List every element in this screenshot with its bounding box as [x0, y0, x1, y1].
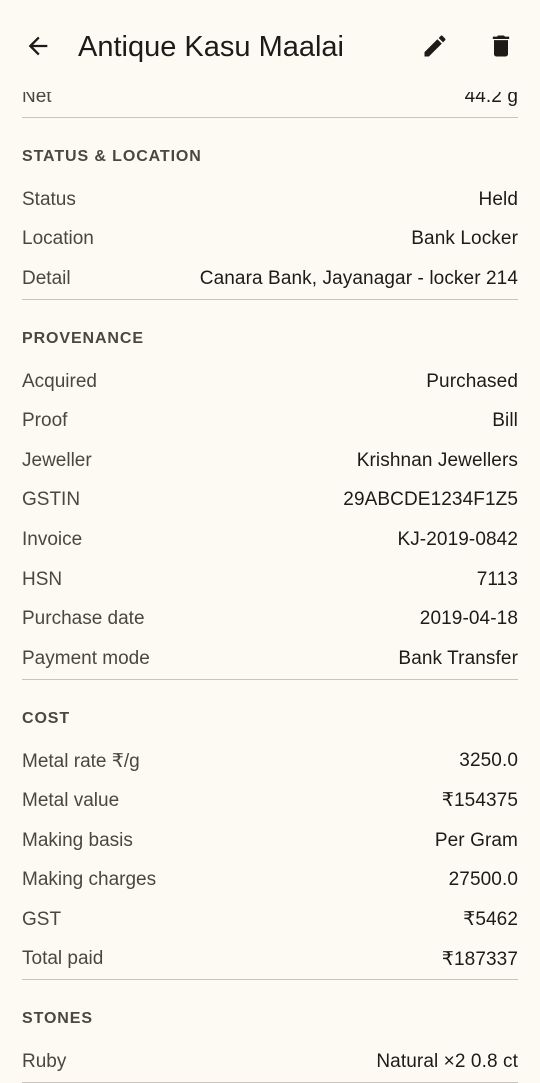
row-value: Canara Bank, Jayanagar - locker 214 [199, 267, 518, 289]
detail-row-making-charges: Making charges 27500.0 [22, 860, 518, 900]
detail-row-making-basis: Making basis Per Gram [22, 821, 518, 861]
row-value: Natural ×2 0.8 ct [376, 1050, 518, 1072]
row-value: Bank Transfer [398, 647, 518, 669]
row-value: Bill [492, 410, 518, 432]
detail-row-total-paid: Total paid ₹187337 [22, 940, 518, 980]
detail-row-purchase-date: Purchase date 2019-04-18 [22, 599, 518, 639]
section-header-status-location: STATUS & LOCATION [22, 118, 518, 180]
row-value: 29ABCDE1234F1Z5 [343, 489, 518, 511]
row-value: ₹187337 [441, 948, 518, 970]
section-title: PROVENANCE [22, 329, 144, 347]
row-label: Invoice [22, 528, 83, 550]
back-button[interactable] [18, 26, 58, 66]
page-title: Antique Kasu Maalai [78, 31, 344, 63]
detail-row-metal-value: Metal value ₹154375 [22, 781, 518, 821]
detail-row-jeweller: Jeweller Krishnan Jewellers [22, 441, 518, 481]
row-value: ₹5462 [463, 909, 518, 931]
row-label: Location [22, 228, 94, 250]
detail-row-metal-rate: Metal rate ₹/g 3250.0 [22, 742, 518, 782]
row-label: Status [22, 188, 76, 210]
top-app-bar: Antique Kasu Maalai [0, 0, 540, 92]
row-label: Metal rate ₹/g [22, 750, 140, 772]
row-label: Ruby [22, 1050, 67, 1072]
row-label: Total paid [22, 948, 104, 970]
row-value: Held [478, 188, 518, 210]
row-label: Detail [22, 267, 71, 289]
section-title: STONES [22, 1010, 93, 1028]
section-header-provenance: PROVENANCE [22, 300, 518, 362]
row-label: GSTIN [22, 489, 81, 511]
detail-row-gstin: GSTIN 29ABCDE1234F1Z5 [22, 481, 518, 521]
row-label: Purchase date [22, 608, 145, 630]
edit-button[interactable] [415, 26, 455, 66]
row-value: Bank Locker [411, 228, 518, 250]
row-label: GST [22, 908, 62, 930]
row-value: KJ-2019-0842 [397, 528, 518, 550]
row-label: Making charges [22, 869, 157, 891]
row-label: Jeweller [22, 449, 92, 471]
row-value: ₹154375 [441, 790, 518, 812]
detail-row-payment-mode: Payment mode Bank Transfer [22, 639, 518, 679]
row-label: Payment mode [22, 647, 150, 669]
section-title: COST [22, 709, 71, 727]
row-value: 3250.0 [459, 750, 518, 772]
detail-row-hsn: HSN 7113 [22, 560, 518, 600]
detail-row-ruby: Ruby Natural ×2 0.8 ct [22, 1042, 518, 1082]
trash-icon [492, 35, 510, 57]
section-header-cost: COST [22, 680, 518, 742]
detail-row-gst: GST ₹5462 [22, 900, 518, 940]
section-title: STATUS & LOCATION [22, 148, 202, 165]
detail-row-status: Status Held [22, 180, 518, 220]
detail-row-invoice: Invoice KJ-2019-0842 [22, 520, 518, 560]
row-value: 2019-04-18 [419, 608, 518, 630]
row-label: Acquired [22, 370, 97, 392]
detail-row-proof: Proof Bill [22, 401, 518, 441]
row-label: HSN [22, 568, 63, 590]
arrow-back-icon [28, 36, 48, 56]
row-value: Purchased [426, 370, 518, 392]
detail-row-detail: Detail Canara Bank, Jayanagar - locker 2… [22, 259, 518, 299]
delete-button[interactable] [481, 26, 521, 66]
section-header-stones: STONES [22, 980, 518, 1042]
row-label: Metal value [22, 789, 120, 811]
row-label: Making basis [22, 829, 133, 851]
item-details: Net 44.2 g STATUS & LOCATION Status Held… [22, 77, 518, 1083]
row-value: 7113 [476, 568, 518, 590]
detail-row-location: Location Bank Locker [22, 220, 518, 260]
row-value: Per Gram [434, 829, 518, 851]
detail-row-acquired: Acquired Purchased [22, 362, 518, 402]
pencil-icon [424, 35, 446, 57]
row-value: 27500.0 [448, 869, 518, 891]
row-label: Proof [22, 410, 68, 432]
row-value: Krishnan Jewellers [356, 449, 518, 471]
